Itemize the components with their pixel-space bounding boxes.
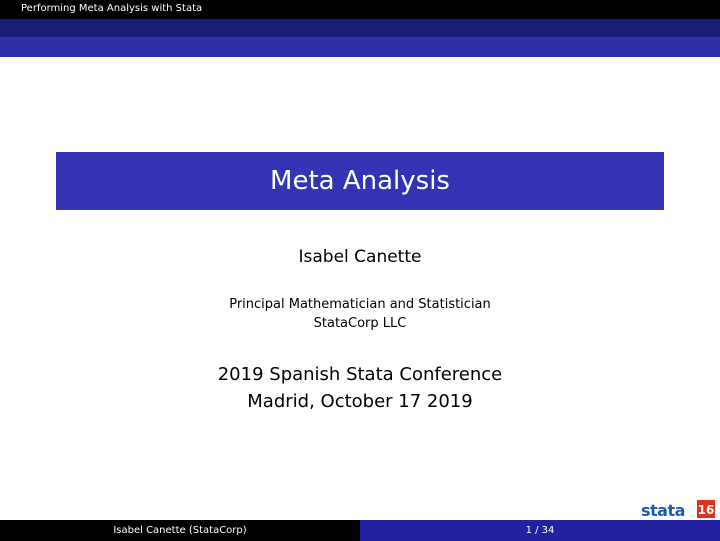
slide-title: Meta Analysis bbox=[270, 166, 450, 196]
institute: Principal Mathematician and Statistician… bbox=[0, 295, 720, 333]
footer-author-institute: Isabel Canette (StataCorp) bbox=[113, 525, 247, 536]
logo-wordmark: stata bbox=[641, 501, 685, 520]
title-box: Meta Analysis bbox=[56, 152, 664, 210]
event-info: 2019 Spanish Stata Conference Madrid, Oc… bbox=[0, 361, 720, 415]
event-name: 2019 Spanish Stata Conference bbox=[217, 364, 503, 385]
event-date: Madrid, October 17 2019 bbox=[247, 391, 473, 412]
author-name: Isabel Canette bbox=[298, 247, 422, 267]
footer-right: 1 / 34 bbox=[360, 520, 720, 541]
footer-left: Isabel Canette (StataCorp) bbox=[0, 520, 360, 541]
institute-company: StataCorp LLC bbox=[313, 316, 407, 331]
presentation-short-title: Performing Meta Analysis with Stata bbox=[21, 3, 203, 14]
header-bar: Performing Meta Analysis with Stata bbox=[0, 0, 720, 19]
institute-role: Principal Mathematician and Statistician bbox=[229, 297, 491, 312]
logo-version-number: 16 bbox=[698, 503, 715, 517]
stata-logo-icon: stata 16 bbox=[641, 500, 715, 520]
page-number: 1 / 34 bbox=[525, 525, 555, 536]
navigation-stripe bbox=[0, 37, 720, 57]
